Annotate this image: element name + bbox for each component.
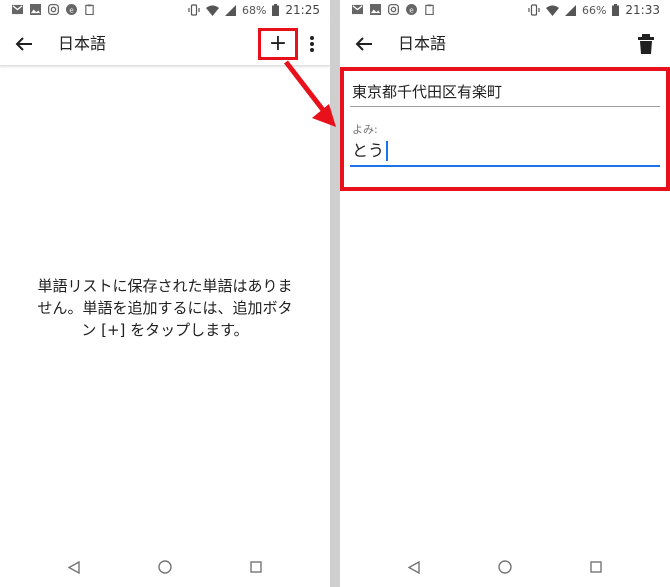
status-time: 21:33 <box>625 3 660 17</box>
signal-icon <box>224 4 236 16</box>
left-phone-screen: e 68% 21:25 日本語 + 単語リストに保存された単語はありま せん。単… <box>0 0 330 587</box>
screen-divider <box>330 0 340 587</box>
status-time: 21:25 <box>285 3 320 17</box>
reading-value: とう <box>352 141 385 160</box>
battery-percent: 68% <box>241 3 267 17</box>
app-bar: 日本語 + <box>0 22 330 66</box>
add-word-button[interactable]: + <box>258 28 298 60</box>
gmail-icon <box>12 4 23 15</box>
back-arrow-icon[interactable] <box>12 32 36 56</box>
empty-message-line: せん。単語を追加するには、追加ボタ <box>37 299 293 317</box>
photo-icon <box>370 4 381 15</box>
empty-message-line: ン [+] をタップします。 <box>81 321 249 339</box>
status-bar: e 66% 21:33 <box>340 0 670 22</box>
empty-message-line: 単語リストに保存された単語はありま <box>37 277 293 295</box>
trash-icon[interactable] <box>636 32 656 56</box>
reading-field[interactable]: とう <box>350 137 660 167</box>
battery-icon <box>272 4 280 16</box>
page-title: 日本語 <box>398 34 447 53</box>
navigation-bar <box>0 547 330 587</box>
back-arrow-icon[interactable] <box>352 32 376 56</box>
app-bar: 日本語 <box>340 22 670 66</box>
navigation-bar <box>340 547 670 587</box>
plus-icon: + <box>268 31 288 56</box>
clipboard-icon <box>85 4 94 15</box>
instagram-icon <box>48 4 59 15</box>
text-caret <box>386 141 389 161</box>
right-phone-screen: e 66% 21:33 日本語 東京都千代田区有楽町 よみ: とう <box>340 0 670 587</box>
page-title: 日本語 <box>58 34 107 53</box>
nav-recents-icon[interactable] <box>250 561 262 573</box>
vibrate-icon <box>188 4 200 16</box>
nav-back-icon[interactable] <box>408 561 420 574</box>
wifi-icon <box>205 5 219 16</box>
reading-label: よみ: <box>352 123 378 136</box>
battery-icon <box>612 4 620 16</box>
nav-home-icon[interactable] <box>158 560 172 574</box>
word-field[interactable]: 東京都千代田区有楽町 <box>350 79 660 107</box>
signal-icon <box>564 4 576 16</box>
svg-text:e: e <box>409 5 414 14</box>
battery-percent: 66% <box>581 3 607 17</box>
wifi-icon <box>545 5 559 16</box>
svg-text:e: e <box>69 5 74 14</box>
nav-recents-icon[interactable] <box>590 561 602 573</box>
more-vert-icon[interactable] <box>306 32 318 56</box>
edge-icon: e <box>406 4 417 15</box>
word-edit-form: 東京都千代田区有楽町 よみ: とう <box>340 67 670 191</box>
empty-state-message: 単語リストに保存された単語はありま せん。単語を追加するには、追加ボタ ン [+… <box>0 275 330 341</box>
nav-back-icon[interactable] <box>68 561 80 574</box>
status-bar: e 68% 21:25 <box>0 0 330 22</box>
vibrate-icon <box>528 4 540 16</box>
nav-home-icon[interactable] <box>498 560 512 574</box>
clipboard-icon <box>425 4 434 15</box>
gmail-icon <box>352 4 363 15</box>
edge-icon: e <box>66 4 77 15</box>
photo-icon <box>30 4 41 15</box>
instagram-icon <box>388 4 399 15</box>
